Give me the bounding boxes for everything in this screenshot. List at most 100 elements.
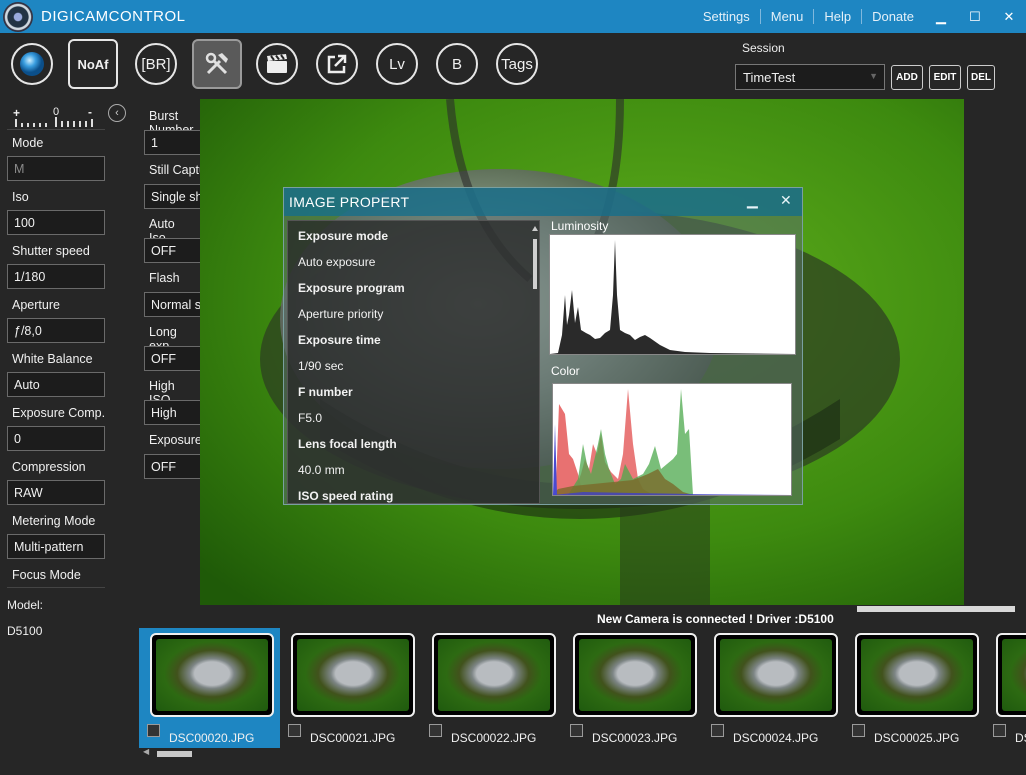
noaf-label: NoAf [77, 56, 109, 72]
dialog-title: IMAGE PROPERT [289, 194, 410, 210]
property-list[interactable]: Exposure mode Auto exposure Exposure pro… [287, 220, 540, 504]
collapse-left-icon[interactable]: ‹ [108, 104, 126, 122]
menu-menu[interactable]: Menu [761, 9, 815, 24]
b-label: B [451, 55, 462, 73]
external-link-icon [327, 54, 347, 74]
model-value: D5100 [7, 624, 43, 638]
exposure-comp-select[interactable]: 0 [7, 426, 105, 451]
thumbnail-item[interactable]: DSC00023.JPG [562, 628, 703, 748]
luminosity-histogram [549, 234, 796, 355]
session-label: Session [742, 41, 785, 55]
prop-f-number-value: F5.0 [298, 411, 323, 425]
thumbnail-scrollbar[interactable]: ◀ [139, 747, 1026, 759]
session-add-button[interactable]: ADD [891, 65, 923, 90]
viewer-scrollbar[interactable] [857, 606, 1015, 612]
thumbnail-name: DSC [1015, 731, 1026, 745]
thumbnail-checkbox[interactable] [429, 724, 442, 737]
scrollbar-thumb[interactable] [157, 751, 192, 757]
tags-button[interactable]: Tags [496, 43, 538, 85]
shutter-speed-select[interactable]: 1/180 [7, 264, 105, 289]
chevron-down-icon: ▼ [869, 71, 878, 81]
compression-select[interactable]: RAW [7, 480, 105, 505]
thumbnail-image [720, 639, 832, 711]
focus-mode-label: Focus Mode [12, 568, 81, 582]
color-label: Color [551, 364, 580, 378]
menu-help[interactable]: Help [814, 9, 863, 24]
luminosity-label: Luminosity [551, 219, 609, 233]
thumbnail-checkbox[interactable] [852, 724, 865, 737]
export-button[interactable] [316, 43, 358, 85]
bulb-button[interactable]: B [436, 43, 478, 85]
thumbnail-name: DSC00025.JPG [874, 731, 960, 745]
aperture-select[interactable]: ƒ/8,0 [7, 318, 105, 343]
shutter-speed-label: Shutter speed [12, 244, 90, 258]
compression-label: Compression [12, 460, 86, 474]
metering-mode-select[interactable]: Multi-pattern [7, 534, 105, 559]
prop-f-number: F number [298, 385, 353, 399]
thumbnail-item[interactable]: DSC [985, 628, 1026, 748]
thumbnail-checkbox[interactable] [570, 724, 583, 737]
session-edit-button[interactable]: EDIT [929, 65, 961, 90]
thumbnail-strip: DSC00020.JPG DSC00021.JPG DSC00022.JPG D… [139, 628, 1026, 748]
thumbnail-item[interactable]: DSC00022.JPG [421, 628, 562, 748]
thumbnail-frame [996, 633, 1026, 717]
title-bar: DIGICAMCONTROL Settings Menu Help Donate… [0, 0, 1026, 33]
scroll-left-icon[interactable]: ◀ [143, 747, 149, 756]
app-window: DIGICAMCONTROL Settings Menu Help Donate… [0, 0, 1026, 775]
bracketing-button[interactable]: [BR] [135, 43, 177, 85]
menu-donate[interactable]: Donate [862, 9, 924, 24]
mode-field: M [7, 156, 105, 181]
white-balance-label: White Balance [12, 352, 93, 366]
top-menu: Settings Menu Help Donate ▁ ☐ ✕ [693, 0, 1026, 33]
tools-button[interactable] [192, 39, 242, 89]
close-button[interactable]: ✕ [992, 9, 1026, 25]
thumbnail-item[interactable]: DSC00021.JPG [280, 628, 421, 748]
thumbnail-checkbox[interactable] [993, 724, 1006, 737]
liveview-button[interactable]: Lv [376, 43, 418, 85]
prop-exposure-mode: Exposure mode [298, 229, 389, 243]
app-title: DIGICAMCONTROL [41, 8, 186, 25]
prop-exposure-time: Exposure time [298, 333, 381, 347]
thumbnail-image [579, 639, 691, 711]
metering-mode-label: Metering Mode [12, 514, 96, 528]
thumbnail-item[interactable]: DSC00024.JPG [703, 628, 844, 748]
menu-settings[interactable]: Settings [693, 9, 761, 24]
property-scrollbar[interactable] [531, 225, 539, 495]
noaf-button[interactable]: NoAf [68, 39, 118, 89]
br-label: [BR] [141, 55, 171, 73]
thumbnail-checkbox[interactable] [288, 724, 301, 737]
maximize-button[interactable]: ☐ [958, 9, 992, 25]
movie-button[interactable] [256, 43, 298, 85]
white-balance-select[interactable]: Auto [7, 372, 105, 397]
minimize-button[interactable]: ▁ [924, 9, 958, 25]
flash-label: Flash [149, 271, 180, 285]
prop-exposure-time-value: 1/90 sec [298, 359, 344, 373]
capture-icon [20, 52, 44, 76]
thumbnail-item[interactable]: DSC00025.JPG [844, 628, 985, 748]
status-message: New Camera is connected ! Driver :D5100 [597, 612, 834, 626]
exposure-scale: + 0 - [10, 103, 110, 129]
thumbnail-frame [291, 633, 415, 717]
session-select[interactable]: TimeTest ▼ [735, 64, 885, 90]
image-properties-dialog: IMAGE PROPERT ▁ ✕ Exposure mode Auto exp… [283, 187, 803, 505]
iso-select[interactable]: 100 [7, 210, 105, 235]
thumbnail-name: DSC00024.JPG [733, 731, 819, 745]
prop-exposure-program-value: Aperture priority [298, 307, 384, 321]
thumbnail-checkbox[interactable] [147, 724, 160, 737]
thumbnail-name: DSC00022.JPG [451, 731, 537, 745]
thumbnail-frame [573, 633, 697, 717]
thumbnail-item[interactable]: DSC00020.JPG [139, 628, 280, 748]
dialog-minimize-icon[interactable]: ▁ [747, 192, 758, 209]
dialog-close-icon[interactable]: ✕ [780, 192, 792, 209]
thumbnail-frame [714, 633, 838, 717]
session-del-button[interactable]: DEL [967, 65, 995, 90]
tools-icon [205, 52, 228, 75]
color-histogram [552, 383, 792, 496]
capture-button[interactable] [11, 43, 53, 85]
toolbar: NoAf [BR] Lv B Tags Session TimeTest ▼ A… [0, 33, 1026, 99]
clapperboard-icon [267, 54, 287, 73]
thumbnail-frame [150, 633, 274, 717]
thumbnail-image [156, 639, 268, 711]
dialog-title-bar[interactable]: IMAGE PROPERT ▁ ✕ [284, 188, 802, 216]
thumbnail-checkbox[interactable] [711, 724, 724, 737]
